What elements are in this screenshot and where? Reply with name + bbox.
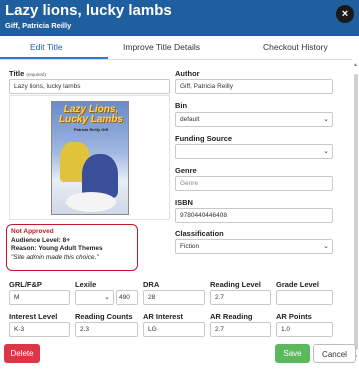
interest-level-input[interactable]: K-3 xyxy=(9,322,70,337)
ar-interest-input[interactable]: LG xyxy=(143,322,205,337)
save-button[interactable]: Save xyxy=(275,344,310,363)
cover-title-line: Lucky Lambs xyxy=(59,114,123,125)
ar-interest-label: AR Interest xyxy=(143,312,184,321)
ar-points-input[interactable]: 1.0 xyxy=(276,322,333,337)
interest-level-label: Interest Level xyxy=(9,312,58,321)
audience-level: Audience Level: 8+ xyxy=(11,236,71,244)
tab-checkout-history[interactable]: Checkout History xyxy=(263,42,328,52)
tab-edit-title[interactable]: Edit Title xyxy=(30,42,63,52)
grade-level-label: Grade Level xyxy=(276,280,319,289)
reading-level-input[interactable]: 2.7 xyxy=(210,290,271,305)
classification-select[interactable]: Fiction ⌄ xyxy=(175,239,333,254)
chevron-down-icon: ⌄ xyxy=(323,148,329,155)
isbn-label: ISBN xyxy=(175,198,193,207)
dialog-subtitle: Giff, Patricia Reilly xyxy=(5,21,72,30)
tab-bar: Edit Title Improve Title Details Checkou… xyxy=(0,38,359,60)
chevron-down-icon: ⌄ xyxy=(323,243,329,250)
scrollbar[interactable]: ▲ ▼ xyxy=(352,62,359,362)
genre-input[interactable]: Genre xyxy=(175,176,333,191)
chevron-down-icon: ⌄ xyxy=(323,116,329,123)
classification-label: Classification xyxy=(175,229,224,238)
lexile-label: Lexile xyxy=(75,280,97,289)
title-label: Title (required) xyxy=(9,69,46,78)
bin-selected-value: default xyxy=(180,116,200,123)
required-note: (required) xyxy=(26,72,46,77)
dra-label: DRA xyxy=(143,280,160,289)
ar-reading-input[interactable]: 2.7 xyxy=(210,322,271,337)
approval-note: "Site admin made this choice." xyxy=(11,254,99,262)
cover-title: Lazy Lions, Lucky Lambs xyxy=(55,105,127,125)
dra-input[interactable]: 28 xyxy=(143,290,205,305)
close-icon[interactable]: × xyxy=(336,5,354,23)
bin-label: Bin xyxy=(175,101,188,110)
classification-selected-value: Fiction xyxy=(180,243,200,250)
reading-counts-input[interactable]: 2.3 xyxy=(75,322,138,337)
approval-status: Not Approved xyxy=(11,228,54,235)
delete-button[interactable]: Delete xyxy=(4,344,40,363)
lexile-select[interactable]: ⌄ xyxy=(75,290,114,305)
grl-input[interactable]: M xyxy=(9,290,70,305)
funding-source-select[interactable]: ⌄ xyxy=(175,144,333,159)
tab-improve-title-details[interactable]: Improve Title Details xyxy=(123,42,200,52)
bin-select[interactable]: default ⌄ xyxy=(175,112,333,127)
scroll-up-icon[interactable]: ▲ xyxy=(353,62,358,68)
title-input[interactable]: Lazy lions, lucky lambs xyxy=(9,79,170,94)
approval-notice: Not Approved Audience Level: 8+ Reason: … xyxy=(6,224,138,271)
reading-level-label: Reading Level xyxy=(210,280,261,289)
ar-reading-label: AR Reading xyxy=(210,312,253,321)
grade-level-input[interactable] xyxy=(276,290,333,305)
ar-points-label: AR Points xyxy=(276,312,312,321)
grl-label: GRL/F&P xyxy=(9,280,42,289)
isbn-input[interactable]: 9780440446408 xyxy=(175,208,333,223)
author-label: Author xyxy=(175,69,200,78)
scrollbar-thumb[interactable] xyxy=(354,74,358,350)
reading-counts-label: Reading Counts xyxy=(75,312,133,321)
cover-author: Patricia Reilly Giff xyxy=(73,127,109,132)
author-input[interactable]: Giff, Patricia Reilly xyxy=(175,79,333,94)
dialog-title: Lazy lions, lucky lambs xyxy=(5,2,172,19)
dialog-header: Lazy lions, lucky lambs Giff, Patricia R… xyxy=(0,0,359,36)
genre-label: Genre xyxy=(175,166,197,175)
cancel-button[interactable]: Cancel xyxy=(313,344,356,363)
cover-art-snow xyxy=(66,192,116,212)
approval-reason: Reason: Young Adult Themes xyxy=(11,245,103,253)
tab-divider xyxy=(0,59,352,60)
chevron-down-icon: ⌄ xyxy=(104,294,110,301)
funding-source-label: Funding Source xyxy=(175,134,233,143)
book-cover-image: Lazy Lions, Lucky Lambs Patricia Reilly … xyxy=(51,101,129,215)
lexile-input[interactable]: 490 xyxy=(116,290,138,305)
title-label-text: Title xyxy=(9,69,25,78)
cover-image-frame: Lazy Lions, Lucky Lambs Patricia Reilly … xyxy=(9,95,170,220)
